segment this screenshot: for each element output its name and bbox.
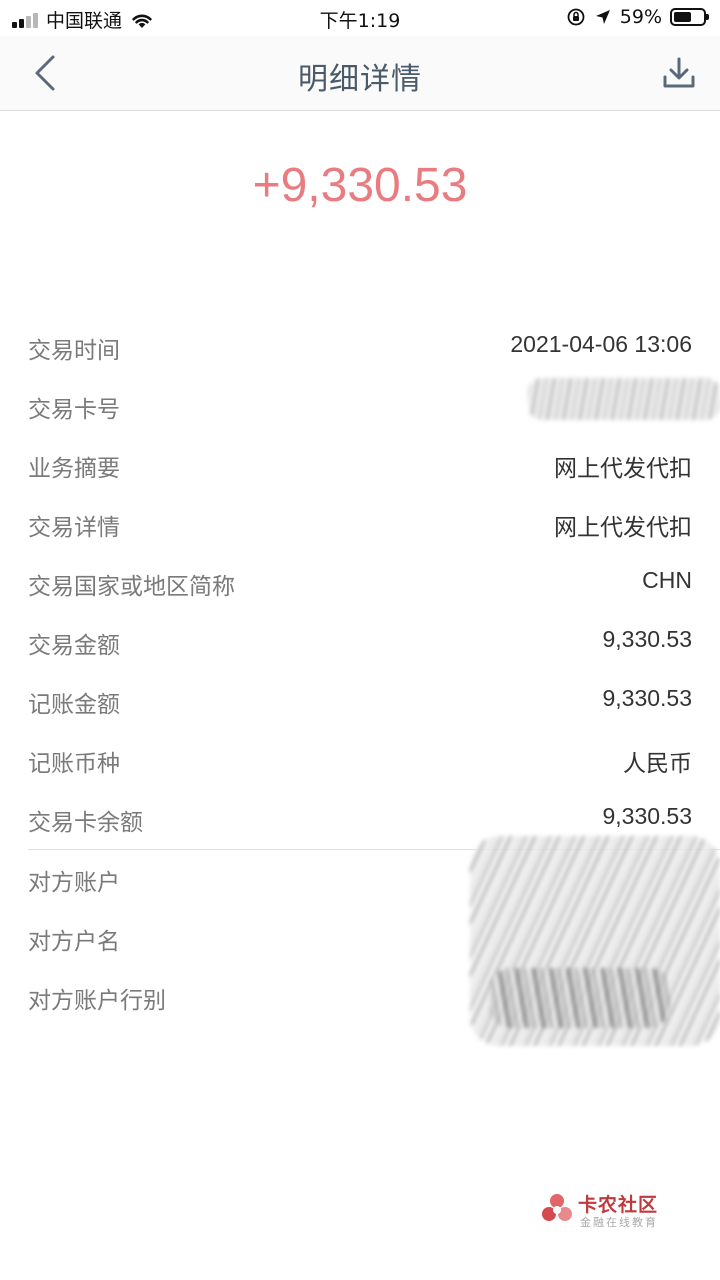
detail-label: 对方户名: [28, 929, 120, 955]
detail-value: 9,330.53: [602, 803, 692, 829]
detail-value: 9,330.53: [602, 626, 692, 652]
detail-label: 对方账户: [28, 870, 120, 896]
nav-bar: 明细详情: [0, 36, 720, 111]
page-title: 明细详情: [298, 62, 422, 97]
detail-row: 记账币种 人民币: [0, 731, 720, 790]
detail-label: 业务摘要: [28, 456, 120, 482]
detail-value: CHN: [642, 567, 692, 593]
redaction-mark: [490, 968, 670, 1028]
detail-label: 对方账户行别: [28, 988, 166, 1014]
redaction-mark: [528, 378, 720, 420]
detail-label: 交易时间: [28, 338, 120, 364]
status-bar: 中国联通 下午1:19 59%: [0, 0, 720, 36]
status-right: 59%: [566, 6, 709, 28]
detail-value: 2021-04-06 13:06: [510, 331, 692, 357]
detail-label: 交易详情: [28, 515, 120, 541]
detail-value: 网上代发代扣: [554, 514, 692, 540]
detail-label: 交易卡余额: [28, 810, 143, 836]
detail-row: 记账金额 9,330.53: [0, 672, 720, 731]
brand-name: 卡农社区: [578, 1194, 659, 1216]
detail-value: 人民币: [623, 750, 692, 776]
detail-label: 交易金额: [28, 633, 120, 659]
detail-row: 交易金额 9,330.53: [0, 613, 720, 672]
watermark: 卡农社区 金融在线教育: [540, 1190, 680, 1234]
location-arrow-icon: [595, 10, 610, 24]
detail-row: 交易国家或地区简称 CHN: [0, 554, 720, 613]
detail-row: 交易详情 网上代发代扣: [0, 495, 720, 554]
detail-label: 交易国家或地区简称: [28, 574, 235, 600]
download-icon: [663, 57, 695, 88]
detail-row: 业务摘要 网上代发代扣: [0, 436, 720, 495]
detail-value: 网上代发代扣: [554, 455, 692, 481]
brand-logo-icon: [542, 1194, 572, 1221]
transaction-amount: +9,330.53: [252, 159, 468, 212]
brand-tagline: 金融在线教育: [580, 1216, 658, 1229]
detail-value: 9,330.53: [602, 685, 692, 711]
battery-icon: [670, 8, 709, 26]
rotation-lock-icon: [567, 8, 585, 26]
detail-label: 交易卡号: [28, 397, 120, 423]
detail-label: 记账金额: [28, 692, 120, 718]
detail-label: 记账币种: [28, 751, 120, 777]
detail-row: 交易时间 2021-04-06 13:06: [0, 318, 720, 377]
download-button[interactable]: [656, 50, 702, 96]
battery-percent: 59%: [619, 6, 662, 28]
